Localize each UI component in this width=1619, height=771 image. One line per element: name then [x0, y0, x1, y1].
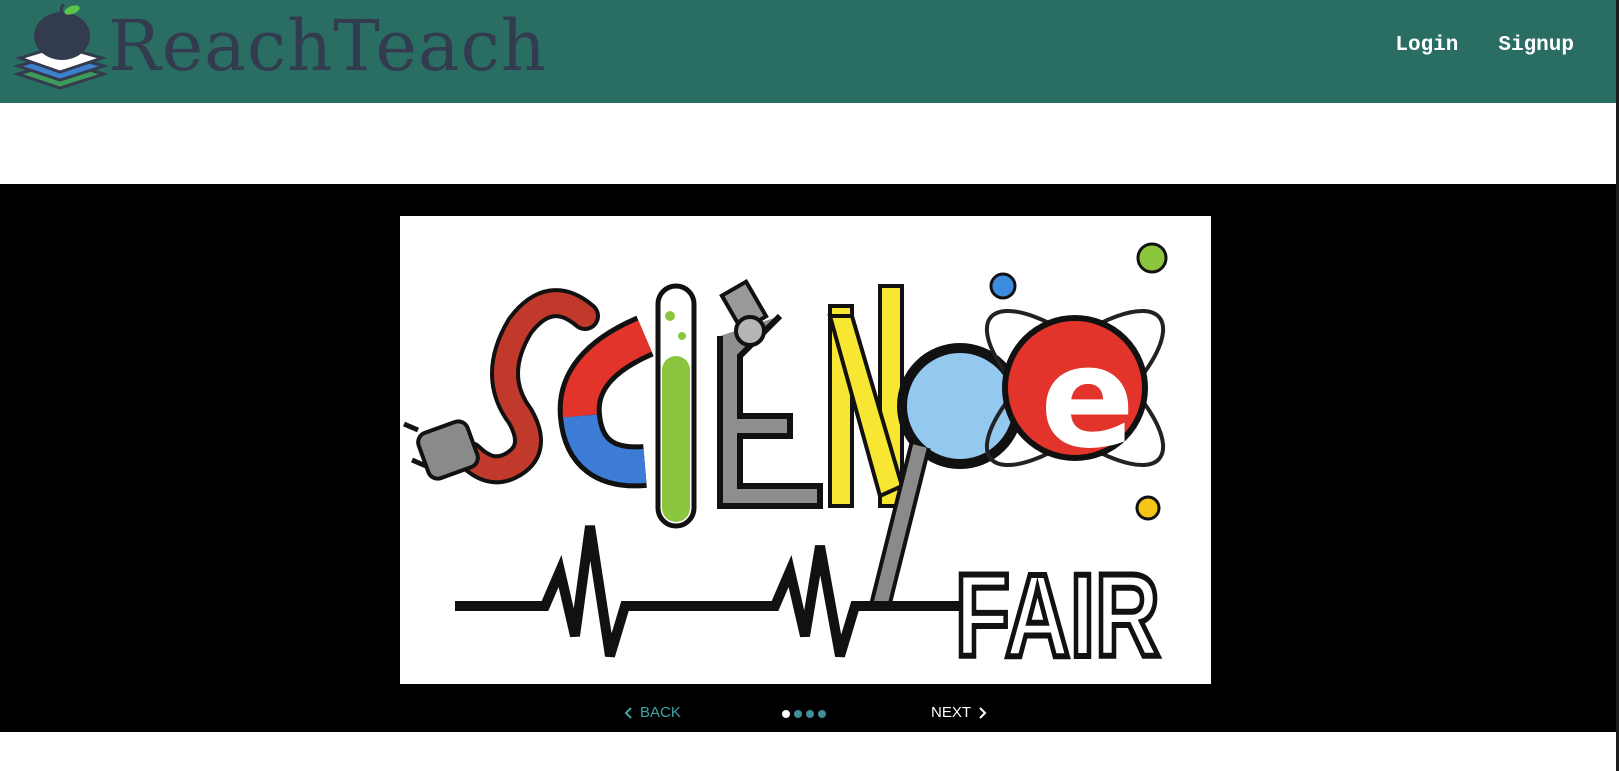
nav-links: Login Signup [1395, 34, 1574, 57]
carousel-dot-4[interactable] [818, 710, 826, 718]
science-fair-image: e FAIR [400, 216, 1211, 684]
carousel-back-button[interactable]: BACK [624, 704, 681, 721]
chevron-left-icon [624, 706, 632, 719]
carousel-slide-science-fair[interactable]: e FAIR [400, 216, 1211, 684]
carousel-dot-1[interactable] [782, 710, 790, 718]
science-fair-label: FAIR [955, 550, 1160, 682]
carousel-dots [782, 710, 826, 718]
carousel-controls: BACK NEXT [0, 698, 1616, 728]
back-label: BACK [640, 704, 681, 721]
chevron-right-icon [979, 706, 987, 719]
image-carousel: e FAIR BACK NEXT [0, 184, 1616, 732]
apple-books-logo-icon [12, 3, 108, 90]
carousel-next-button[interactable]: NEXT [931, 704, 987, 721]
brand-link[interactable]: ReachTeach [12, 0, 547, 103]
carousel-dot-3[interactable] [806, 710, 814, 718]
carousel-dot-2[interactable] [794, 710, 802, 718]
signup-link[interactable]: Signup [1498, 34, 1574, 57]
brand-name: ReachTeach [108, 4, 547, 87]
next-label: NEXT [931, 704, 972, 721]
login-link[interactable]: Login [1395, 34, 1458, 57]
svg-text:e: e [1040, 317, 1135, 480]
top-navbar: ReachTeach Login Signup [0, 0, 1616, 103]
